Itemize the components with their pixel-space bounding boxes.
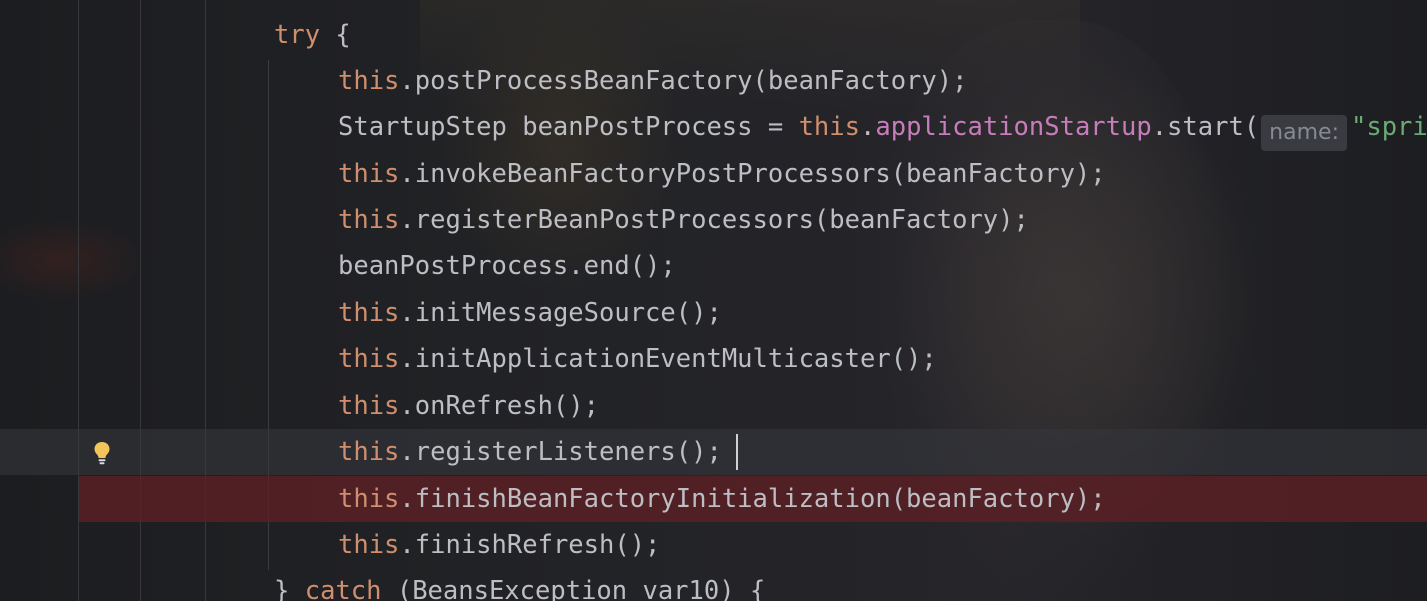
code-text: this.registerBeanPostProcessors(beanFact…: [338, 206, 1029, 234]
keyword-token: this: [338, 66, 400, 96]
code-token: beanPostProcess.end();: [338, 251, 676, 281]
keyword-token: this: [798, 112, 860, 142]
code-text: this.onRefresh();: [338, 392, 599, 420]
code-text: this.finishBeanFactoryInitialization(bea…: [338, 485, 1106, 513]
code-token: }: [274, 576, 305, 601]
keyword-token: this: [338, 484, 400, 514]
code-text: this.registerListeners();: [338, 438, 722, 466]
code-text: this.invokeBeanFactoryPostProcessors(bea…: [338, 160, 1106, 188]
keyword-token: this: [338, 205, 400, 235]
keyword-token: catch: [304, 576, 382, 601]
keyword-token: this: [338, 159, 400, 189]
code-line[interactable]: try {: [0, 12, 1427, 58]
code-token: StartupStep beanPostProcess =: [338, 112, 799, 142]
code-line[interactable]: this.onRefresh();: [0, 383, 1427, 429]
code-line[interactable]: StartupStep beanPostProcess = this.appli…: [0, 104, 1427, 151]
code-line[interactable]: this.finishRefresh();: [0, 522, 1427, 568]
code-text: StartupStep beanPostProcess = this.appli…: [338, 113, 1427, 151]
code-text: this.initApplicationEventMulticaster();: [338, 345, 937, 373]
code-editor[interactable]: try { this.postProcessBeanFactory(beanFa…: [0, 0, 1427, 601]
code-token: .registerBeanPostProcessors(beanFactory)…: [399, 205, 1029, 235]
code-token: .onRefresh();: [399, 391, 600, 421]
lightbulb-icon[interactable]: [93, 441, 111, 465]
code-token: {: [320, 20, 351, 50]
keyword-token: this: [338, 391, 400, 421]
code-token: .invokeBeanFactoryPostProcessors(beanFac…: [399, 159, 1106, 189]
code-text: } catch (BeansException var10) {: [274, 577, 765, 601]
code-text: this.postProcessBeanFactory(beanFactory)…: [338, 67, 967, 95]
code-text: beanPostProcess.end();: [338, 252, 676, 280]
code-token: .: [860, 112, 876, 142]
code-token: (BeansException var10) {: [381, 576, 766, 601]
code-token: .start(: [1151, 112, 1260, 142]
string-token: "spring.context.beans.post-process");: [1350, 112, 1427, 142]
code-text: try {: [274, 21, 351, 49]
code-token: .finishRefresh();: [399, 530, 661, 560]
keyword-token: this: [338, 298, 400, 328]
code-line[interactable]: beanPostProcess.end();: [0, 243, 1427, 289]
code-token: .initMessageSource();: [399, 298, 722, 328]
code-line[interactable]: this.postProcessBeanFactory(beanFactory)…: [0, 58, 1427, 104]
text-caret: [736, 434, 738, 470]
current-code-line[interactable]: this.registerListeners();: [0, 429, 1427, 475]
keyword-token: this: [338, 530, 400, 560]
code-token: .initApplicationEventMulticaster();: [399, 344, 937, 374]
breakpoint-code-line[interactable]: this.finishBeanFactoryInitialization(bea…: [79, 476, 1427, 522]
code-text: this.initMessageSource();: [338, 299, 722, 327]
field-token: applicationStartup: [875, 112, 1152, 142]
parameter-hint: name:: [1261, 115, 1347, 151]
keyword-token: this: [338, 437, 400, 467]
code-line[interactable]: this.initMessageSource();: [0, 290, 1427, 336]
code-token: .finishBeanFactoryInitialization(beanFac…: [399, 484, 1106, 514]
code-token: .registerListeners();: [399, 437, 722, 467]
code-line[interactable]: } catch (BeansException var10) {: [0, 568, 1427, 601]
code-line[interactable]: this.invokeBeanFactoryPostProcessors(bea…: [0, 151, 1427, 197]
code-token: .postProcessBeanFactory(beanFactory);: [399, 66, 968, 96]
code-line[interactable]: this.registerBeanPostProcessors(beanFact…: [0, 197, 1427, 243]
code-text: this.finishRefresh();: [338, 531, 660, 559]
keyword-token: try: [274, 20, 321, 50]
keyword-token: this: [338, 344, 400, 374]
code-line[interactable]: this.initApplicationEventMulticaster();: [0, 336, 1427, 382]
